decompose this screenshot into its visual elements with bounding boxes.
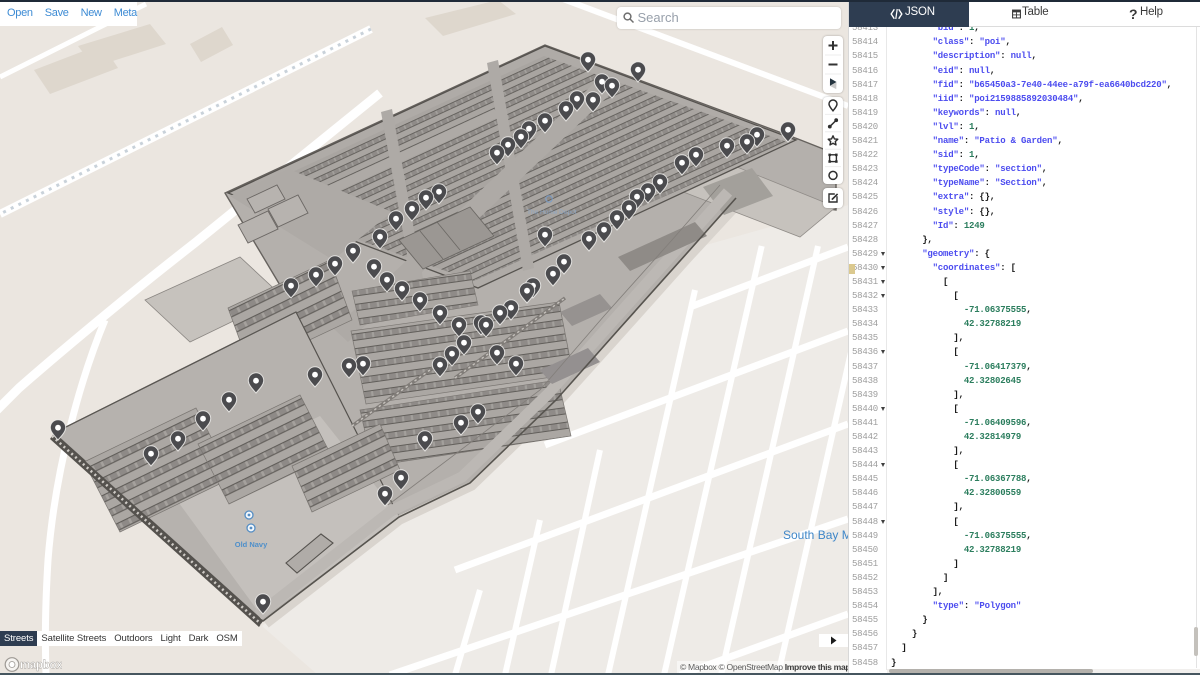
svg-text:South Bay M: South Bay M [783,528,848,542]
svg-text:mapbox: mapbox [20,660,62,672]
svg-text:Old Navy: Old Navy [235,540,268,549]
svg-text:The Home Depot: The Home Depot [527,209,577,216]
